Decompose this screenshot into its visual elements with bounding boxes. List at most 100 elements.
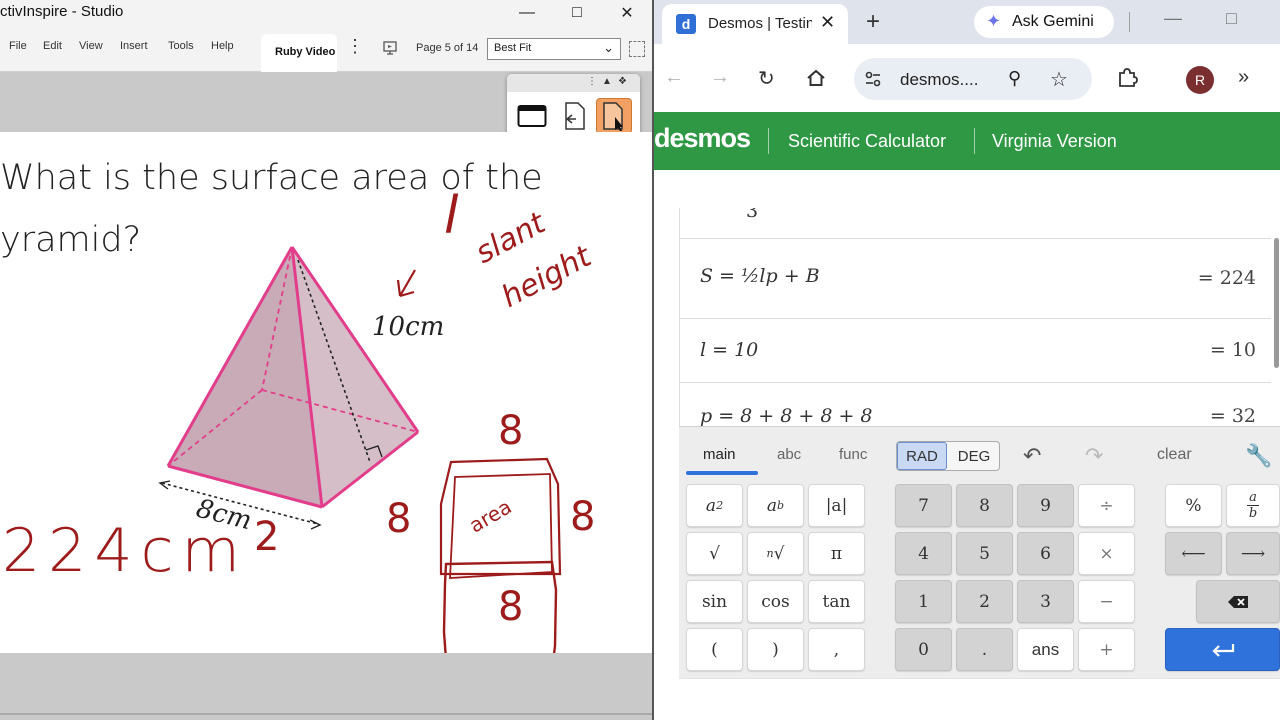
deg-button[interactable]: DEG xyxy=(949,442,999,470)
toolbox-collapse-icon[interactable]: ▲ xyxy=(602,76,612,87)
bookmark-star-icon[interactable]: ☆ xyxy=(1050,67,1068,92)
flipchart-tab[interactable]: Ruby Video xyxy=(261,34,337,72)
expression-input: l = 10 xyxy=(700,339,759,361)
key-minus[interactable]: − xyxy=(1078,580,1135,623)
new-tab-icon[interactable]: + xyxy=(866,8,880,36)
ask-gemini-button[interactable]: ✦ Ask Gemini xyxy=(974,6,1114,38)
key-pi[interactable]: π xyxy=(808,532,865,575)
key-comma[interactable]: , xyxy=(808,628,865,671)
key-1[interactable]: 1 xyxy=(895,580,952,623)
key-backspace[interactable] xyxy=(1196,580,1280,623)
wrench-settings-icon[interactable]: 🔧 xyxy=(1245,443,1272,469)
toolbox-handle[interactable]: ⋮ ▲ ❖ xyxy=(507,74,640,92)
fullscreen-icon[interactable] xyxy=(629,41,645,57)
gemini-sparkle-icon: ✦ xyxy=(986,11,1002,31)
minimize-icon[interactable]: — xyxy=(502,0,552,26)
key-4[interactable]: 4 xyxy=(895,532,952,575)
menu-help[interactable]: Help xyxy=(211,40,234,52)
profile-avatar[interactable]: R xyxy=(1186,66,1214,94)
browser-window-icon[interactable] xyxy=(514,98,550,134)
menu-file[interactable]: File xyxy=(9,40,27,52)
flipchart-canvas[interactable]: What is the surface area of the yramid? … xyxy=(0,132,652,653)
menu-tools[interactable]: Tools xyxy=(168,40,194,52)
expression-row[interactable]: p = 8 + 8 + 8 + 8 = 32 xyxy=(680,382,1271,426)
chrome-maximize-icon[interactable]: □ xyxy=(1226,8,1237,29)
presenter-icon[interactable] xyxy=(382,40,398,56)
expression-list[interactable]: 3 S = ½lp + B = 224 l = 10 = 10 p = 8 + … xyxy=(679,208,1271,426)
key-7[interactable]: 7 xyxy=(895,484,952,527)
expression-scrollbar[interactable] xyxy=(1272,208,1280,426)
key-9[interactable]: 9 xyxy=(1017,484,1074,527)
key-power[interactable]: ab xyxy=(747,484,804,527)
zoom-icon[interactable]: ⚲ xyxy=(1008,68,1021,89)
back-arrow-icon[interactable]: ← xyxy=(664,66,684,89)
key-right-arrow[interactable]: ⟶ xyxy=(1226,532,1280,575)
key-right-paren[interactable]: ) xyxy=(747,628,804,671)
expression-row[interactable]: S = ½lp + B = 224 xyxy=(680,238,1271,318)
menu-view[interactable]: View xyxy=(79,40,103,52)
key-sqrt[interactable]: √ xyxy=(686,532,743,575)
page-count: Page 5 of 14 xyxy=(416,42,479,54)
zoom-fit-select[interactable]: Best Fit ⌄ xyxy=(487,38,621,60)
expression-row[interactable]: 3 xyxy=(680,208,1271,238)
keypad-tab-func[interactable]: func xyxy=(839,446,867,463)
menu-edit[interactable]: Edit xyxy=(43,40,62,52)
redo-icon[interactable]: ↷ xyxy=(1085,443,1103,469)
toolbox-pin-icon[interactable]: ❖ xyxy=(618,76,627,87)
toolbox-menu-icon[interactable]: ⋮ xyxy=(587,76,597,87)
key-fraction[interactable]: ab xyxy=(1226,484,1280,527)
key-8[interactable]: 8 xyxy=(956,484,1013,527)
key-multiply[interactable]: × xyxy=(1078,532,1135,575)
clear-button[interactable]: clear xyxy=(1157,446,1192,464)
keypad-tab-main[interactable]: main xyxy=(703,446,736,463)
key-plus[interactable]: + xyxy=(1078,628,1135,671)
key-ans[interactable]: ans xyxy=(1017,628,1074,671)
handwriting-answer: 224cm xyxy=(2,516,248,586)
extensions-puzzle-icon[interactable] xyxy=(1116,66,1138,88)
key-enter[interactable] xyxy=(1165,628,1280,671)
key-percent[interactable]: % xyxy=(1165,484,1222,527)
page-forward-icon[interactable] xyxy=(596,98,632,134)
expression-result: = 224 xyxy=(1197,267,1256,289)
key-abs[interactable]: |a| xyxy=(808,484,865,527)
more-vert-icon[interactable]: ⋮ xyxy=(346,36,364,57)
close-icon[interactable]: ✕ xyxy=(602,0,652,26)
key-5[interactable]: 5 xyxy=(956,532,1013,575)
forward-arrow-icon[interactable]: → xyxy=(710,66,730,89)
home-icon[interactable] xyxy=(806,68,826,88)
expression-input: S = ½lp + B xyxy=(700,265,820,287)
tab-close-icon[interactable]: ✕ xyxy=(820,12,835,33)
key-3[interactable]: 3 xyxy=(1017,580,1074,623)
horizontal-scrollbar[interactable] xyxy=(0,713,652,715)
key-2[interactable]: 2 xyxy=(956,580,1013,623)
chevron-down-icon: ⌄ xyxy=(603,40,614,55)
page-back-icon[interactable] xyxy=(555,98,591,134)
chrome-minimize-icon[interactable]: — xyxy=(1164,8,1182,29)
inspire-titlebar: ctivInspire - Studio — □ ✕ xyxy=(0,0,652,26)
expression-row[interactable]: l = 10 = 10 xyxy=(680,318,1271,382)
key-cos[interactable]: cos xyxy=(747,580,804,623)
scrollbar-thumb[interactable] xyxy=(1274,238,1279,368)
undo-icon[interactable]: ↶ xyxy=(1023,443,1041,469)
tab-desmos[interactable]: d Desmos | Testing ✕ xyxy=(662,4,848,44)
key-left-arrow[interactable]: ⟵ xyxy=(1165,532,1222,575)
menu-insert[interactable]: Insert xyxy=(120,40,148,52)
key-0[interactable]: 0 xyxy=(895,628,952,671)
key-tan[interactable]: tan xyxy=(808,580,865,623)
key-left-paren[interactable]: ( xyxy=(686,628,743,671)
maximize-icon[interactable]: □ xyxy=(552,0,602,26)
key-6[interactable]: 6 xyxy=(1017,532,1074,575)
key-divide[interactable]: ÷ xyxy=(1078,484,1135,527)
site-settings-icon[interactable] xyxy=(864,70,882,88)
desmos-calculator: 3 S = ½lp + B = 224 l = 10 = 10 p = 8 + … xyxy=(654,170,1280,720)
reload-icon[interactable]: ↻ xyxy=(758,66,775,91)
keypad-tab-abc[interactable]: abc xyxy=(777,446,801,463)
address-bar[interactable]: desmos.... ⚲ ☆ xyxy=(854,58,1092,100)
desmos-logo[interactable]: desmos xyxy=(654,123,751,154)
key-decimal[interactable]: . xyxy=(956,628,1013,671)
rad-button[interactable]: RAD xyxy=(897,442,947,470)
key-nth-root[interactable]: n √ xyxy=(747,532,804,575)
chevron-double-right-icon[interactable]: » xyxy=(1238,66,1249,89)
key-sin[interactable]: sin xyxy=(686,580,743,623)
key-square[interactable]: a2 xyxy=(686,484,743,527)
